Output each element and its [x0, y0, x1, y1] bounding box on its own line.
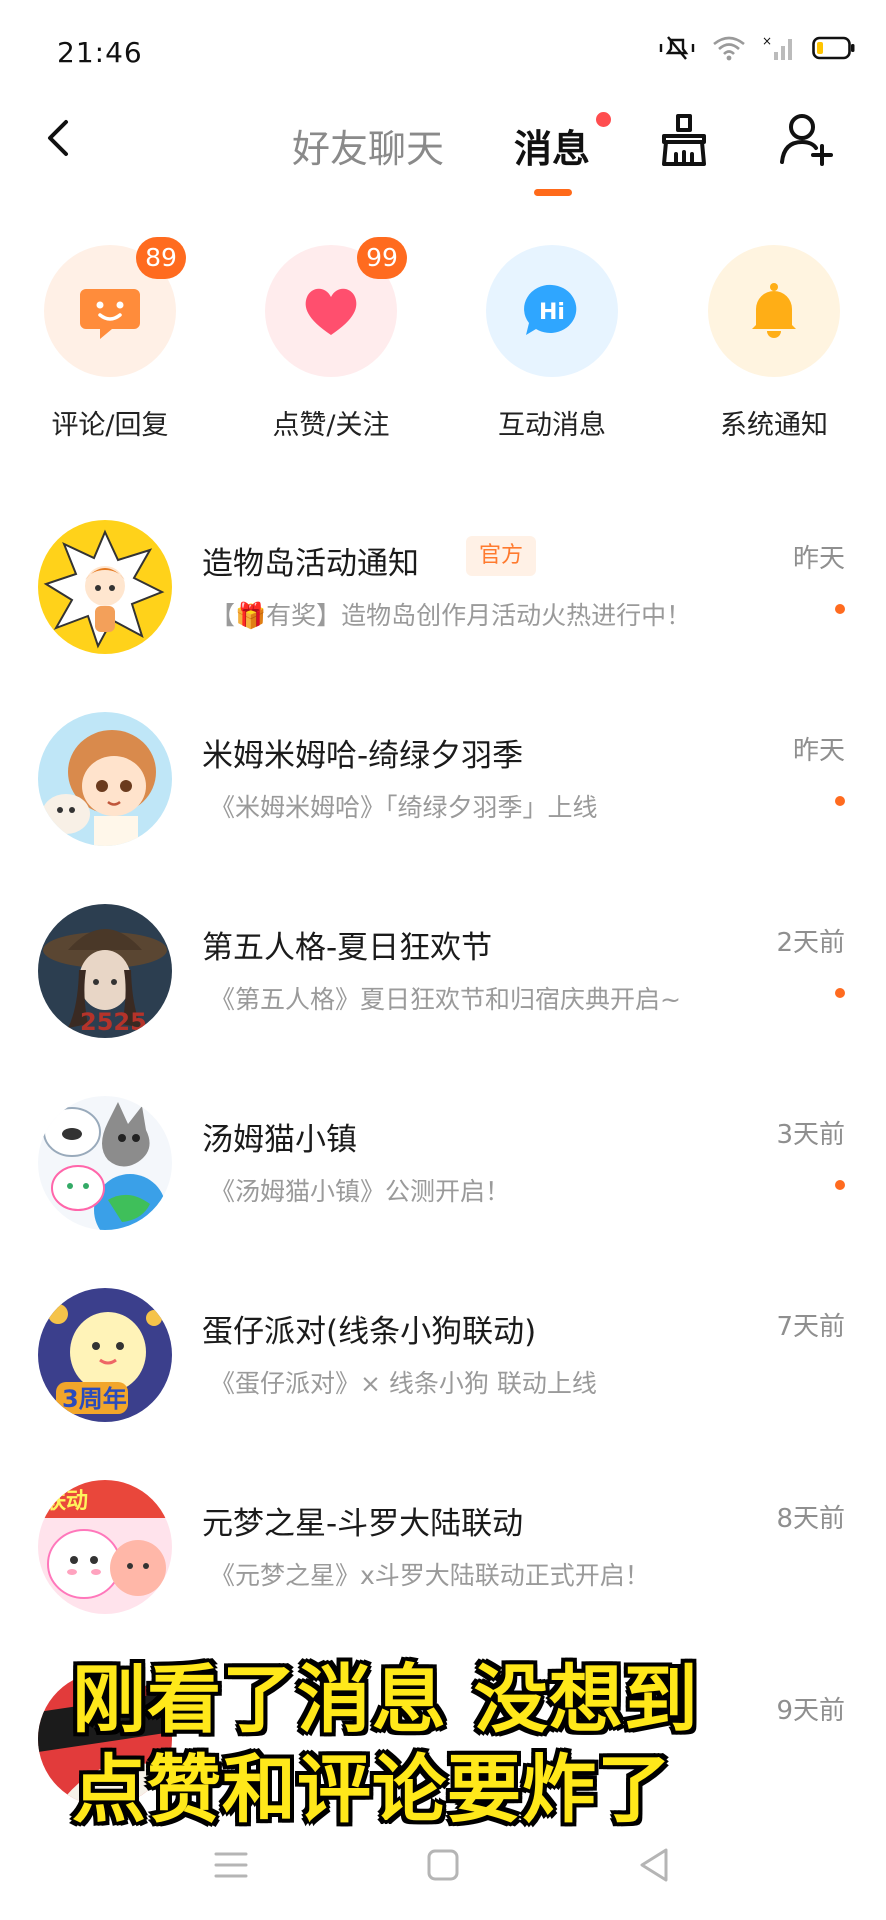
message-item-tom-cat-town[interactable]: 汤姆猫小镇 《汤姆猫小镇》公测开启！ 3天前	[0, 1076, 886, 1268]
message-time: 2天前	[776, 928, 845, 958]
official-badge: 官方	[466, 536, 536, 576]
message-item-eggy-party[interactable]: 3周年 蛋仔派对(线条小狗联动) 《蛋仔派对》× 线条小狗 联动上线 7天前	[0, 1268, 886, 1460]
category-label: 评论/回复	[51, 410, 169, 441]
avatar	[38, 520, 172, 654]
category-circle	[708, 245, 840, 377]
unread-dot	[835, 1180, 845, 1190]
wifi-icon	[713, 36, 745, 61]
category-likes[interactable]: 99 点赞/关注	[231, 237, 431, 445]
category-system[interactable]: 系统通知	[674, 245, 874, 445]
status-bar: 21:46 ×	[0, 0, 886, 100]
signal-icon: ×	[762, 34, 792, 60]
message-time: 3天前	[776, 1120, 845, 1150]
battery-icon	[812, 36, 855, 60]
message-time: 8天前	[776, 1504, 845, 1534]
unread-dot	[835, 604, 845, 614]
svg-text:×: ×	[762, 34, 772, 48]
message-item-star-of-dream[interactable]: 联动 元梦之星-斗罗大陆联动 《元梦之星》x斗罗大陆联动正式开启！ 8天前	[0, 1460, 886, 1652]
message-categories: 89 评论/回复 99 点赞/关注 Hi 互动消息 系统通知	[0, 237, 886, 445]
avatar: 联动	[38, 1480, 172, 1614]
top-nav: 好友聊天 消息	[0, 100, 886, 210]
avatar: 2525	[38, 904, 172, 1038]
heart-icon	[305, 288, 357, 335]
message-time: 9天前	[776, 1696, 845, 1726]
avatar	[38, 712, 172, 846]
back-nav-icon[interactable]	[630, 1840, 680, 1890]
category-badge: 89	[136, 237, 186, 279]
mute-vibrate-icon	[659, 36, 695, 60]
hi-icon: Hi	[524, 284, 577, 335]
comment-icon	[80, 289, 140, 339]
message-time: 7天前	[776, 1312, 845, 1342]
message-time: 昨天	[792, 544, 845, 574]
avatar-text: 联动	[44, 1489, 88, 1514]
avatar-text: 2525	[80, 1008, 147, 1036]
category-circle: Hi	[486, 245, 618, 377]
svg-text:Hi: Hi	[539, 300, 565, 325]
category-interactions[interactable]: Hi 互动消息	[452, 245, 652, 445]
message-item-zaowudao[interactable]: 造物岛活动通知 官方 【🎁有奖】造物岛创作月活动火热进行中！ 昨天	[0, 500, 886, 692]
status-icons: ×	[658, 34, 856, 62]
menu-icon[interactable]	[206, 1840, 256, 1890]
message-preview: 《蛋仔派对》× 线条小狗 联动上线	[210, 1369, 597, 1398]
bell-icon	[752, 283, 796, 338]
message-preview: 【🎁有奖】造物岛创作月活动火热进行中！	[210, 601, 692, 630]
category-comments[interactable]: 89 评论/回复	[10, 237, 210, 445]
message-item-identity-v[interactable]: 2525 第五人格-夏日狂欢节 《第五人格》夏日狂欢节和归宿庆典开启~ 2天前	[0, 884, 886, 1076]
status-time: 21:46	[57, 36, 143, 69]
message-item-mimumimuha[interactable]: 米姆米姆哈-绮绿夕羽季 《米姆米姆哈》「绮绿夕羽季」上线 昨天	[0, 692, 886, 884]
category-label: 互动消息	[498, 410, 606, 441]
unread-dot	[835, 988, 845, 998]
unread-dot	[835, 796, 845, 806]
avatar: 3周年	[38, 1288, 172, 1422]
system-nav-bar	[0, 1818, 886, 1920]
tab-unread-dot	[596, 112, 611, 127]
message-title: 米姆米姆哈-绮绿夕羽季	[202, 738, 524, 774]
message-title: 造物岛活动通知	[202, 546, 419, 582]
clear-unread-button[interactable]	[656, 112, 712, 168]
message-title: 第五人格-夏日狂欢节	[202, 930, 493, 966]
message-preview: 《元梦之星》x斗罗大陆联动正式开启！	[210, 1561, 650, 1590]
message-title: 汤姆猫小镇	[202, 1122, 357, 1158]
category-badge: 99	[357, 237, 407, 279]
back-button[interactable]	[38, 116, 82, 160]
home-icon[interactable]	[418, 1840, 468, 1890]
message-preview: 《汤姆猫小镇》公测开启！	[210, 1177, 511, 1206]
tab-active-indicator	[534, 189, 572, 196]
add-friend-button[interactable]	[778, 110, 836, 168]
message-preview: 《第五人格》夏日狂欢节和归宿庆典开启~	[210, 985, 681, 1014]
message-title: 蛋仔派对(线条小狗联动)	[202, 1314, 537, 1350]
category-label: 系统通知	[720, 410, 828, 441]
message-title: 元梦之星-斗罗大陆联动	[202, 1506, 524, 1542]
message-preview: 《米姆米姆哈》「绮绿夕羽季」上线	[210, 793, 598, 822]
avatar	[38, 1096, 172, 1230]
tab-messages[interactable]: 消息	[514, 118, 590, 173]
avatar-text: 3周年	[62, 1385, 127, 1413]
message-time: 昨天	[792, 736, 845, 766]
tab-friends-chat[interactable]: 好友聊天	[292, 118, 444, 173]
category-label: 点赞/关注	[272, 410, 390, 441]
